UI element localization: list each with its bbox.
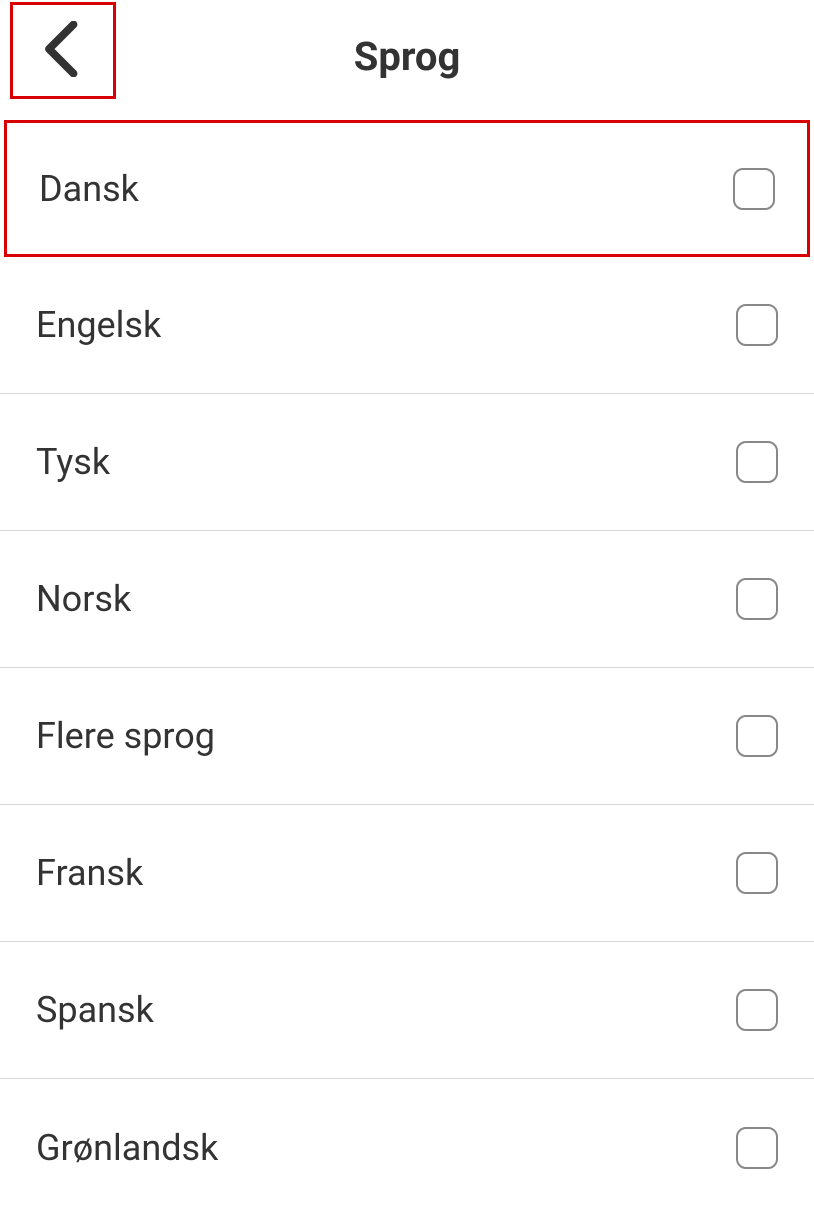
checkbox[interactable] [736,1127,778,1169]
back-button[interactable] [10,2,116,99]
language-item-dansk[interactable]: Dansk [4,120,810,257]
language-item-norsk[interactable]: Norsk [0,531,814,668]
checkbox[interactable] [736,304,778,346]
checkbox[interactable] [736,852,778,894]
checkbox[interactable] [736,441,778,483]
language-label: Tysk [36,441,110,483]
language-label: Flere sprog [36,715,215,757]
checkbox[interactable] [736,989,778,1031]
language-label: Dansk [39,168,139,210]
language-item-gronlandsk[interactable]: Grønlandsk [0,1079,814,1216]
chevron-left-icon [41,21,85,80]
language-item-flere-sprog[interactable]: Flere sprog [0,668,814,805]
checkbox[interactable] [736,578,778,620]
language-item-spansk[interactable]: Spansk [0,942,814,1079]
language-item-fransk[interactable]: Fransk [0,805,814,942]
language-label: Grønlandsk [36,1127,218,1169]
checkbox[interactable] [736,715,778,757]
language-item-tysk[interactable]: Tysk [0,394,814,531]
language-label: Fransk [36,852,143,894]
language-item-engelsk[interactable]: Engelsk [0,257,814,394]
language-list: Dansk Engelsk Tysk Norsk Flere sprog Fra… [0,120,814,1216]
checkbox[interactable] [733,168,775,210]
page-title: Sprog [354,33,461,80]
language-label: Engelsk [36,304,161,346]
language-label: Spansk [36,989,154,1031]
header: Sprog [0,0,814,112]
language-label: Norsk [36,578,131,620]
